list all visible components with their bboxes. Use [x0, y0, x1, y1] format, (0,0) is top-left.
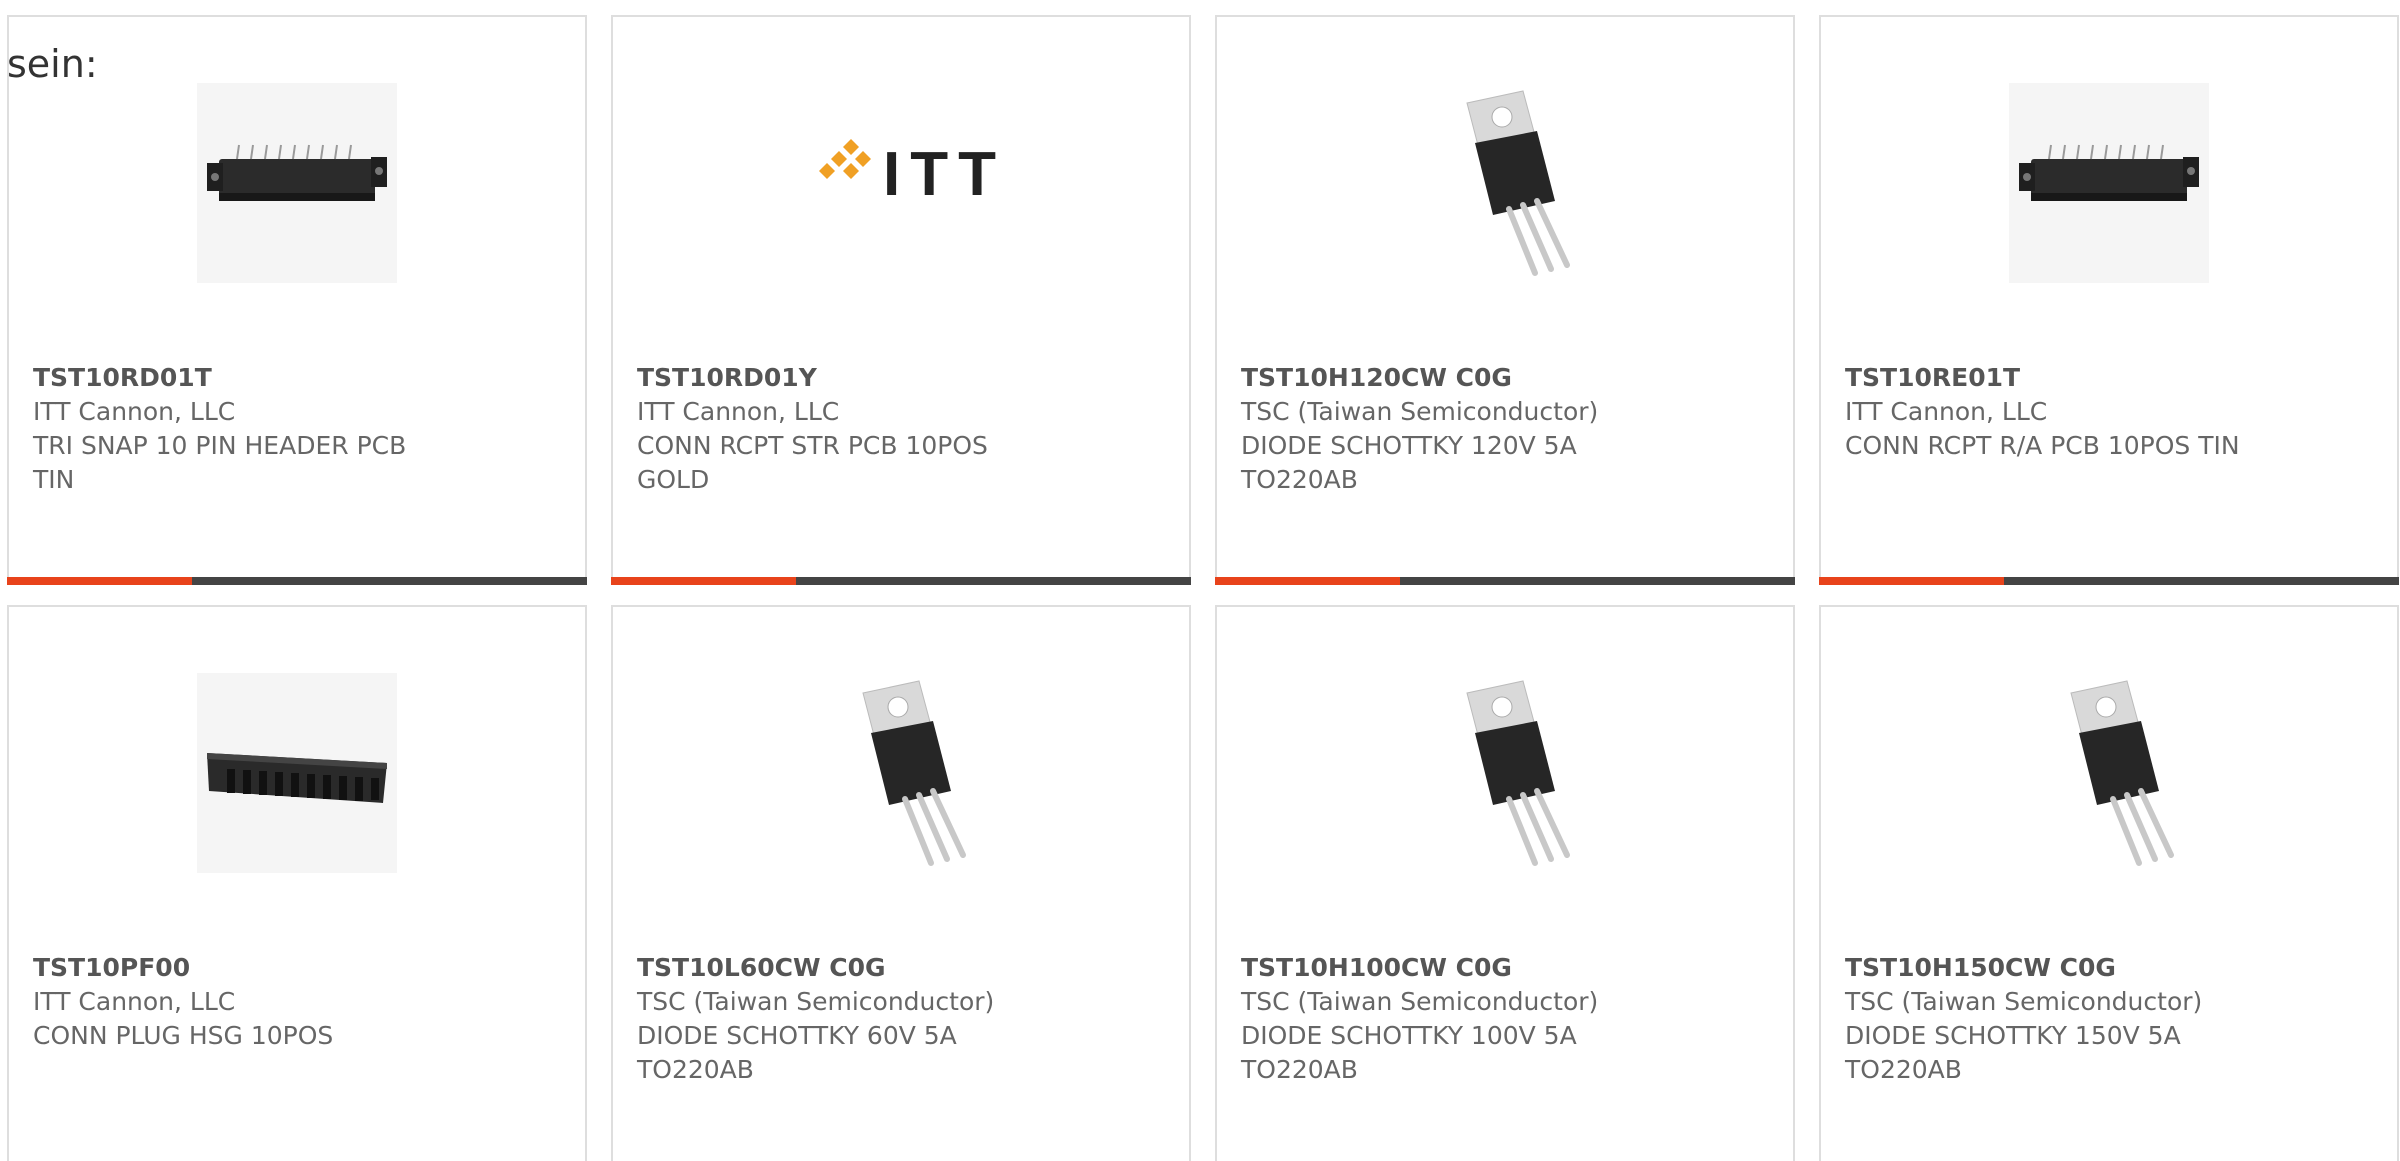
part-number-link[interactable]: TST10PF00	[33, 951, 565, 985]
description: DIODE SCHOTTKY 150V 5A TO220AB	[1845, 1021, 2181, 1084]
description: CONN PLUG HSG 10POS	[33, 1021, 334, 1050]
description: DIODE SCHOTTKY 100V 5A TO220AB	[1241, 1021, 1577, 1084]
header-connector-image[interactable]	[197, 83, 397, 283]
manufacturer: ITT Cannon, LLC	[1845, 397, 2048, 426]
part-number-link[interactable]: TST10H120CW C0G	[1241, 361, 1773, 395]
product-grid-page: sein: TST10RD01T ITT Cannon, LLC TRI SNA…	[0, 0, 2400, 1161]
part-number-link[interactable]: TST10H150CW C0G	[1845, 951, 2377, 985]
product-card[interactable]: TST10RD01T ITT Cannon, LLC TRI SNAP 10 P…	[7, 15, 587, 585]
part-number-link[interactable]: TST10RE01T	[1845, 361, 2377, 395]
intro-text: sein:	[7, 42, 98, 86]
product-info: TST10L60CW C0G TSC (Taiwan Semiconductor…	[637, 951, 1169, 1087]
to220-package-image[interactable]	[1405, 673, 1605, 873]
itt-logo-text: ITT	[883, 140, 1001, 209]
accent-bar	[611, 577, 796, 585]
description: DIODE SCHOTTKY 60V 5A TO220AB	[637, 1021, 957, 1084]
manufacturer: TSC (Taiwan Semiconductor)	[1241, 397, 1599, 426]
accent-bar	[7, 577, 192, 585]
accent-bar	[1215, 577, 1400, 585]
header-connector-image[interactable]	[2009, 83, 2209, 283]
product-card[interactable]: TST10L60CW C0G TSC (Taiwan Semiconductor…	[611, 605, 1191, 1161]
product-card[interactable]: TST10RE01T ITT Cannon, LLC CONN RCPT R/A…	[1819, 15, 2399, 585]
card-bottom-bar	[7, 577, 587, 585]
description: DIODE SCHOTTKY 120V 5A TO220AB	[1241, 431, 1577, 494]
part-number-link[interactable]: TST10RD01Y	[637, 361, 1169, 395]
itt-logo[interactable]: ITT	[801, 83, 1001, 283]
product-info: TST10H100CW C0G TSC (Taiwan Semiconducto…	[1241, 951, 1773, 1087]
description: CONN RCPT STR PCB 10POS GOLD	[637, 431, 988, 494]
card-bottom-bar	[611, 577, 1191, 585]
manufacturer: TSC (Taiwan Semiconductor)	[1845, 987, 2203, 1016]
to220-package-image[interactable]	[2009, 673, 2209, 873]
manufacturer: ITT Cannon, LLC	[33, 987, 236, 1016]
manufacturer: ITT Cannon, LLC	[637, 397, 840, 426]
product-card[interactable]: ITT TST10RD01Y ITT Cannon, LLC CONN RCPT…	[611, 15, 1191, 585]
product-info: TST10H120CW C0G TSC (Taiwan Semiconducto…	[1241, 361, 1773, 497]
product-info: TST10RE01T ITT Cannon, LLC CONN RCPT R/A…	[1845, 361, 2377, 463]
to220-package-image[interactable]	[801, 673, 1001, 873]
manufacturer: ITT Cannon, LLC	[33, 397, 236, 426]
manufacturer: TSC (Taiwan Semiconductor)	[637, 987, 995, 1016]
product-info: TST10PF00 ITT Cannon, LLC CONN PLUG HSG …	[33, 951, 565, 1053]
product-card[interactable]: TST10H120CW C0G TSC (Taiwan Semiconducto…	[1215, 15, 1795, 585]
card-bottom-bar	[1819, 577, 2399, 585]
product-info: TST10RD01T ITT Cannon, LLC TRI SNAP 10 P…	[33, 361, 565, 497]
card-bottom-bar	[1215, 577, 1795, 585]
accent-bar	[1819, 577, 2004, 585]
part-number-link[interactable]: TST10RD01T	[33, 361, 565, 395]
product-info: TST10H150CW C0G TSC (Taiwan Semiconducto…	[1845, 951, 2377, 1087]
description: CONN RCPT R/A PCB 10POS TIN	[1845, 431, 2240, 460]
product-card[interactable]: TST10PF00 ITT Cannon, LLC CONN PLUG HSG …	[7, 605, 587, 1161]
description: TRI SNAP 10 PIN HEADER PCB TIN	[33, 431, 407, 494]
to220-package-image[interactable]	[1405, 83, 1605, 283]
plug-housing-image[interactable]	[197, 673, 397, 873]
part-number-link[interactable]: TST10L60CW C0G	[637, 951, 1169, 985]
product-info: TST10RD01Y ITT Cannon, LLC CONN RCPT STR…	[637, 361, 1169, 497]
product-card[interactable]: TST10H150CW C0G TSC (Taiwan Semiconducto…	[1819, 605, 2399, 1161]
part-number-link[interactable]: TST10H100CW C0G	[1241, 951, 1773, 985]
product-card[interactable]: TST10H100CW C0G TSC (Taiwan Semiconducto…	[1215, 605, 1795, 1161]
manufacturer: TSC (Taiwan Semiconductor)	[1241, 987, 1599, 1016]
